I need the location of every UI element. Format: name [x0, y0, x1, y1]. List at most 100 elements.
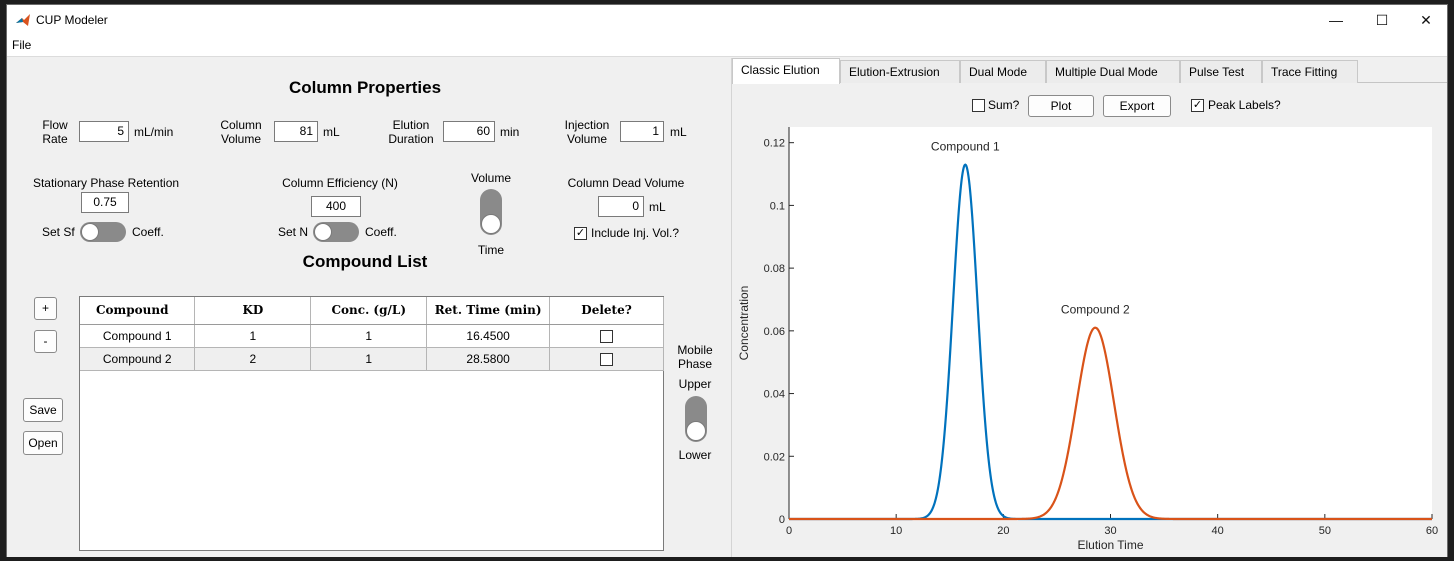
cell-delete — [549, 347, 664, 371]
elution-duration-input[interactable]: 60 — [443, 121, 495, 142]
upper-label: Upper — [678, 377, 712, 391]
n-coeff-switch[interactable] — [313, 222, 359, 242]
sum-label: Sum? — [988, 98, 1020, 112]
dead-volume-unit: mL — [649, 200, 666, 214]
injection-volume-unit: mL — [670, 125, 687, 139]
minimize-button[interactable]: — — [1313, 5, 1359, 35]
tab-bar: Classic Elution Elution-Extrusion Dual M… — [732, 58, 1447, 84]
y-tick-label: 0.04 — [764, 389, 785, 401]
right-panel: Classic Elution Elution-Extrusion Dual M… — [732, 58, 1447, 557]
elution-duration-label: Elution Duration — [388, 118, 434, 146]
x-tick-label: 30 — [1104, 525, 1116, 537]
set-sf-label: Set Sf — [42, 225, 75, 239]
flow-rate-label: Flow Rate — [42, 118, 68, 146]
y-axis-label: Concentration — [737, 286, 751, 361]
compound-table: Compound KD Conc. (g/L) Ret. Time (min) … — [79, 296, 664, 551]
cell-conc[interactable]: 1 — [310, 324, 428, 348]
cell-kd[interactable]: 1 — [194, 324, 312, 348]
delete-checkbox[interactable] — [600, 352, 614, 366]
peak-labels-checkbox[interactable]: ✓ — [1191, 99, 1204, 112]
stationary-phase-label: Stationary Phase Retention — [32, 176, 180, 190]
include-inj-vol-label: Include Inj. Vol.? — [591, 226, 680, 240]
left-panel: Column Properties Flow Rate 5 mL/min Colu… — [7, 58, 731, 557]
column-header-ret-time[interactable]: Ret. Time (min) — [426, 297, 551, 325]
stationary-phase-input[interactable]: 0.75 — [81, 192, 129, 213]
tab-multiple-dual-mode[interactable]: Multiple Dual Mode — [1046, 60, 1180, 83]
table-row: Compound 2 2 1 28.5800 — [80, 347, 664, 371]
app-window: CUP Modeler — ☐ ✕ File Column Properties… — [6, 4, 1448, 557]
sum-checkbox[interactable] — [972, 99, 985, 112]
table-row: Compound 1 1 1 16.4500 — [80, 324, 664, 348]
column-header-compound[interactable]: Compound — [80, 297, 196, 325]
cell-ret-time: 28.5800 — [426, 347, 551, 371]
column-header-delete[interactable]: Delete? — [549, 297, 664, 325]
volume-time-switch[interactable] — [480, 189, 502, 235]
save-button[interactable]: Save — [23, 398, 63, 422]
tab-classic-elution[interactable]: Classic Elution — [732, 58, 840, 84]
column-volume-label: Column Volume — [220, 118, 262, 146]
x-tick-label: 40 — [1212, 525, 1224, 537]
flow-rate-unit: mL/min — [134, 125, 174, 139]
switch-knob — [81, 223, 99, 241]
column-efficiency-input[interactable]: 400 — [311, 196, 361, 217]
volume-label: Volume — [470, 171, 512, 185]
title-bar: CUP Modeler — ☐ ✕ — [7, 5, 1447, 35]
column-header-kd[interactable]: KD — [194, 297, 312, 325]
switch-knob — [686, 421, 706, 441]
export-button[interactable]: Export — [1103, 95, 1171, 117]
column-volume-input[interactable]: 81 — [274, 121, 318, 142]
peak-labels-label: Peak Labels? — [1208, 98, 1281, 112]
y-tick-label: 0.1 — [770, 200, 785, 212]
window-title: CUP Modeler — [36, 13, 108, 27]
x-axis-label: Elution Time — [1077, 538, 1143, 552]
include-inj-vol-checkbox[interactable]: ✓ — [574, 227, 587, 240]
dead-volume-label: Column Dead Volume — [567, 176, 685, 190]
cell-compound[interactable]: Compound 1 — [80, 324, 196, 348]
cell-kd[interactable]: 2 — [194, 347, 312, 371]
column-properties-title: Column Properties — [288, 78, 442, 97]
injection-volume-input[interactable]: 1 — [620, 121, 664, 142]
peak-label-2: Compound 2 — [1061, 303, 1130, 317]
column-header-conc[interactable]: Conc. (g/L) — [310, 297, 428, 325]
close-button[interactable]: ✕ — [1403, 5, 1449, 35]
menu-file[interactable]: File — [12, 38, 31, 52]
compound-list-title: Compound List — [302, 252, 428, 271]
x-tick-label: 50 — [1319, 525, 1331, 537]
x-tick-label: 0 — [786, 525, 792, 537]
peak-label-1: Compound 1 — [931, 140, 1000, 154]
x-tick-label: 20 — [997, 525, 1009, 537]
flow-rate-input[interactable]: 5 — [79, 121, 129, 142]
y-tick-label: 0.02 — [764, 451, 785, 463]
n-coeff-label: Coeff. — [365, 225, 397, 239]
add-compound-button[interactable]: + — [34, 297, 57, 320]
matlab-logo-icon — [16, 14, 30, 26]
elution-duration-unit: min — [500, 125, 520, 139]
y-tick-label: 0 — [779, 514, 785, 526]
column-volume-unit: mL — [323, 125, 340, 139]
dead-volume-input[interactable]: 0 — [598, 196, 644, 217]
table-header-row: Compound KD Conc. (g/L) Ret. Time (min) … — [80, 297, 664, 325]
switch-knob — [314, 223, 332, 241]
cell-conc[interactable]: 1 — [310, 347, 428, 371]
switch-knob — [481, 214, 501, 234]
y-tick-label: 0.12 — [764, 138, 785, 150]
tab-pulse-test[interactable]: Pulse Test — [1180, 60, 1262, 83]
plot-button[interactable]: Plot — [1028, 95, 1094, 117]
open-button[interactable]: Open — [23, 431, 63, 455]
sf-coeff-switch[interactable] — [80, 222, 126, 242]
mobile-phase-switch[interactable] — [685, 396, 707, 442]
y-tick-label: 0.08 — [764, 263, 785, 275]
remove-compound-button[interactable]: - — [34, 330, 57, 353]
tab-elution-extrusion[interactable]: Elution-Extrusion — [840, 60, 960, 83]
cell-delete — [549, 324, 664, 348]
injection-volume-label: Injection Volume — [564, 118, 610, 146]
cell-ret-time: 16.4500 — [426, 324, 551, 348]
menu-bar: File — [7, 35, 1447, 57]
tab-dual-mode[interactable]: Dual Mode — [960, 60, 1046, 83]
cell-compound[interactable]: Compound 2 — [80, 347, 196, 371]
delete-checkbox[interactable] — [600, 329, 614, 343]
tab-trace-fitting[interactable]: Trace Fitting — [1262, 60, 1358, 83]
elution-chart: 0 10 20 30 40 50 60 0 0.02 0.04 0.06 0.08 0.1 0.12 Elu… — [737, 127, 1438, 552]
column-efficiency-label: Column Efficiency (N) — [282, 176, 398, 190]
maximize-button[interactable]: ☐ — [1359, 5, 1405, 35]
